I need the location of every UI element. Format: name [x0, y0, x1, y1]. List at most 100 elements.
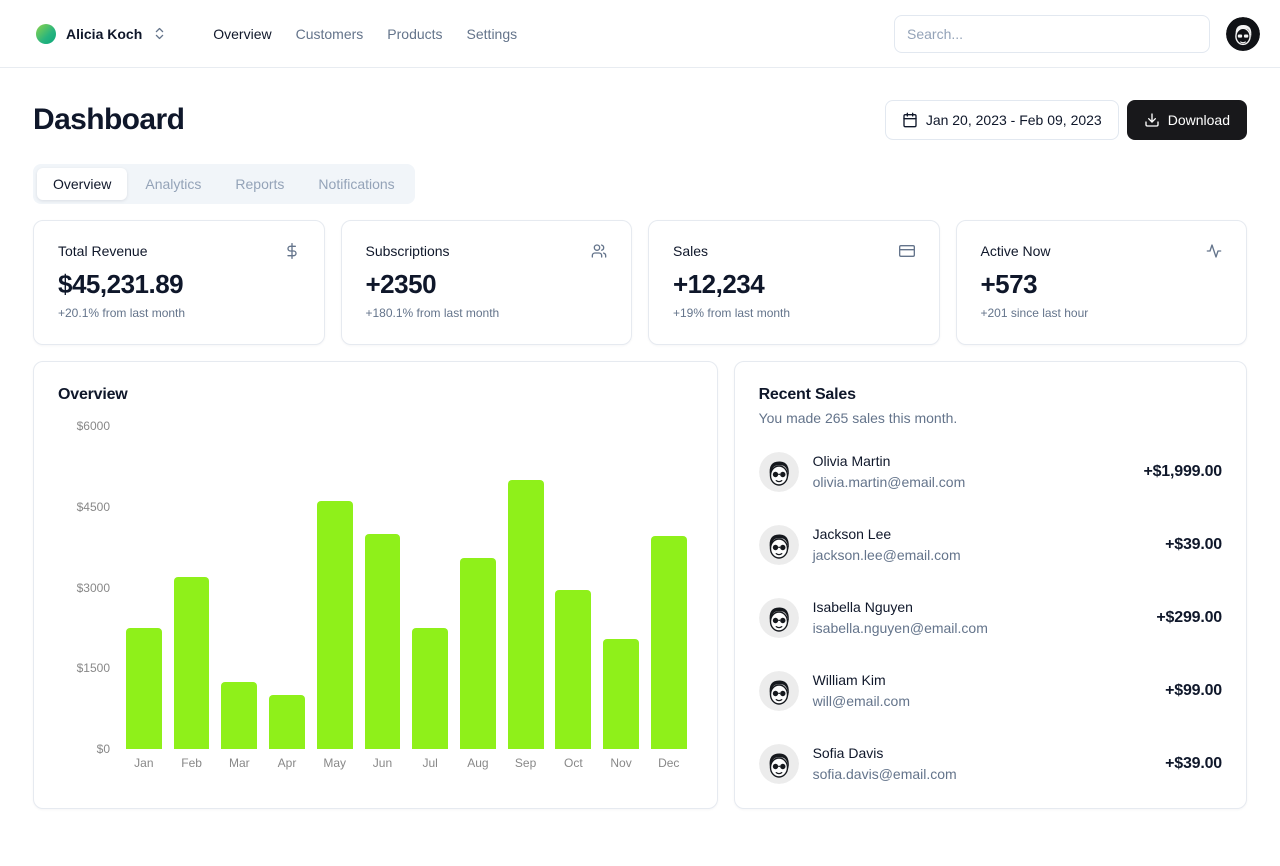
bar-column-may: [311, 426, 359, 749]
customer-info: Olivia Martinolivia.martin@email.com: [813, 452, 966, 492]
sale-amount: +$39.00: [1165, 755, 1222, 773]
stat-card-active-now: Active Now +573 +201 since last hour: [956, 220, 1248, 345]
download-button[interactable]: Download: [1127, 100, 1247, 140]
y-axis-tick: $6000: [77, 419, 110, 433]
stat-card-subscriptions: Subscriptions +2350 +180.1% from last mo…: [341, 220, 633, 345]
x-axis-label: Jul: [406, 756, 454, 770]
x-axis-label: Jan: [120, 756, 168, 770]
credit-card-icon: [899, 243, 915, 259]
y-axis-tick: $0: [97, 742, 110, 756]
top-nav-bar: Alicia Koch Overview Customers Products …: [0, 0, 1280, 68]
customer-name: William Kim: [813, 671, 910, 690]
y-axis-tick: $1500: [77, 661, 110, 675]
calendar-icon: [902, 112, 918, 128]
customer-name: Sofia Davis: [813, 744, 957, 763]
customer-info: Jackson Lee jackson.lee@email.com: [813, 525, 961, 565]
date-range-label: Jan 20, 2023 - Feb 09, 2023: [926, 112, 1102, 128]
recent-sales-subtitle: You made 265 sales this month.: [759, 410, 1222, 426]
sale-amount: +$299.00: [1156, 609, 1222, 627]
customer-name: Isabella Nguyen: [813, 598, 988, 617]
chart-bar-jun: [365, 534, 401, 749]
tab-analytics[interactable]: Analytics: [129, 168, 217, 200]
team-name: Alicia Koch: [66, 26, 142, 42]
chart-x-axis: JanFebMarAprMayJunJulAugSepOctNovDec: [120, 756, 693, 770]
stat-change: +19% from last month: [673, 306, 915, 320]
tab-overview[interactable]: Overview: [37, 168, 127, 200]
user-avatar[interactable]: [1226, 17, 1260, 51]
bar-column-nov: [597, 426, 645, 749]
x-axis-label: Mar: [215, 756, 263, 770]
chart-bar-apr: [269, 695, 305, 749]
customer-name: Jackson Lee: [813, 525, 961, 544]
x-axis-label: Oct: [549, 756, 597, 770]
sale-amount: +$1,999.00: [1143, 463, 1222, 481]
stat-change: +201 since last hour: [981, 306, 1223, 320]
stat-value: $45,231.89: [58, 269, 300, 300]
chart-bar-may: [317, 501, 353, 749]
bar-column-sep: [502, 426, 550, 749]
chart-bar-nov: [603, 639, 639, 749]
bar-column-apr: [263, 426, 311, 749]
customer-email: isabella.nguyen@email.com: [813, 619, 988, 638]
stat-value: +12,234: [673, 269, 915, 300]
header-actions: Jan 20, 2023 - Feb 09, 2023 Download: [885, 100, 1247, 140]
sale-list-item: Olivia Martinolivia.martin@email.com +$1,…: [759, 452, 1222, 492]
customer-avatar: [759, 671, 799, 711]
customer-info: Isabella Nguyen isabella.nguyen@email.com: [813, 598, 988, 638]
recent-sales-title: Recent Sales: [759, 386, 1222, 404]
chart-bar-dec: [651, 536, 687, 749]
chart-plot-area: [120, 426, 693, 749]
page-title: Dashboard: [33, 103, 184, 137]
nav-overview[interactable]: Overview: [213, 26, 271, 42]
chart-bar-oct: [555, 590, 591, 749]
recent-sales-card: Recent Sales You made 265 sales this mon…: [734, 361, 1247, 809]
customer-email: sofia.davis@email.com: [813, 765, 957, 784]
main-content: Dashboard Jan 20, 2023 - Feb 09, 2023 Do…: [0, 68, 1280, 841]
stat-change: +20.1% from last month: [58, 306, 300, 320]
search-input[interactable]: [894, 15, 1210, 53]
sale-list-item: William Kimwill@email.com+$99.00: [759, 671, 1222, 711]
chart-bar-feb: [174, 577, 210, 749]
customer-email: olivia.martin@email.com: [813, 473, 966, 492]
stat-title: Total Revenue: [58, 243, 148, 259]
bar-chart: $6000$4500$3000$1500$0: [58, 426, 693, 749]
bar-column-oct: [549, 426, 597, 749]
chart-bar-sep: [508, 480, 544, 749]
activity-icon: [1206, 243, 1222, 259]
stat-title: Subscriptions: [366, 243, 450, 259]
x-axis-label: Dec: [645, 756, 693, 770]
nav-products[interactable]: Products: [387, 26, 442, 42]
chevrons-up-down-icon: [152, 26, 167, 41]
overview-chart-card: Overview $6000$4500$3000$1500$0 JanFebMa…: [33, 361, 718, 809]
team-avatar: [36, 24, 56, 44]
x-axis-label: Aug: [454, 756, 502, 770]
chart-bar-jul: [412, 628, 448, 749]
dollar-sign-icon: [284, 243, 300, 259]
bar-column-aug: [454, 426, 502, 749]
tab-notifications[interactable]: Notifications: [302, 168, 410, 200]
download-button-label: Download: [1168, 112, 1230, 128]
main-nav: Overview Customers Products Settings: [213, 26, 517, 42]
y-axis-tick: $4500: [77, 500, 110, 514]
chart-bar-mar: [221, 682, 257, 749]
customer-email: jackson.lee@email.com: [813, 546, 961, 565]
bar-column-feb: [168, 426, 216, 749]
customer-avatar: [759, 525, 799, 565]
bar-column-dec: [645, 426, 693, 749]
download-icon: [1144, 112, 1160, 128]
x-axis-label: Apr: [263, 756, 311, 770]
date-range-picker-button[interactable]: Jan 20, 2023 - Feb 09, 2023: [885, 100, 1119, 140]
team-switcher[interactable]: Alicia Koch: [28, 18, 175, 50]
x-axis-label: May: [311, 756, 359, 770]
dashboard-app: Alicia Koch Overview Customers Products …: [0, 0, 1280, 866]
nav-customers[interactable]: Customers: [296, 26, 364, 42]
x-axis-label: Jun: [359, 756, 407, 770]
customer-info: William Kimwill@email.com: [813, 671, 910, 711]
stat-value: +2350: [366, 269, 608, 300]
chart-bar-jan: [126, 628, 162, 749]
chart-y-axis: $6000$4500$3000$1500$0: [58, 426, 120, 749]
user-avatar-face-icon: [1226, 17, 1260, 51]
nav-settings[interactable]: Settings: [467, 26, 518, 42]
tab-reports[interactable]: Reports: [219, 168, 300, 200]
users-icon: [591, 243, 607, 259]
